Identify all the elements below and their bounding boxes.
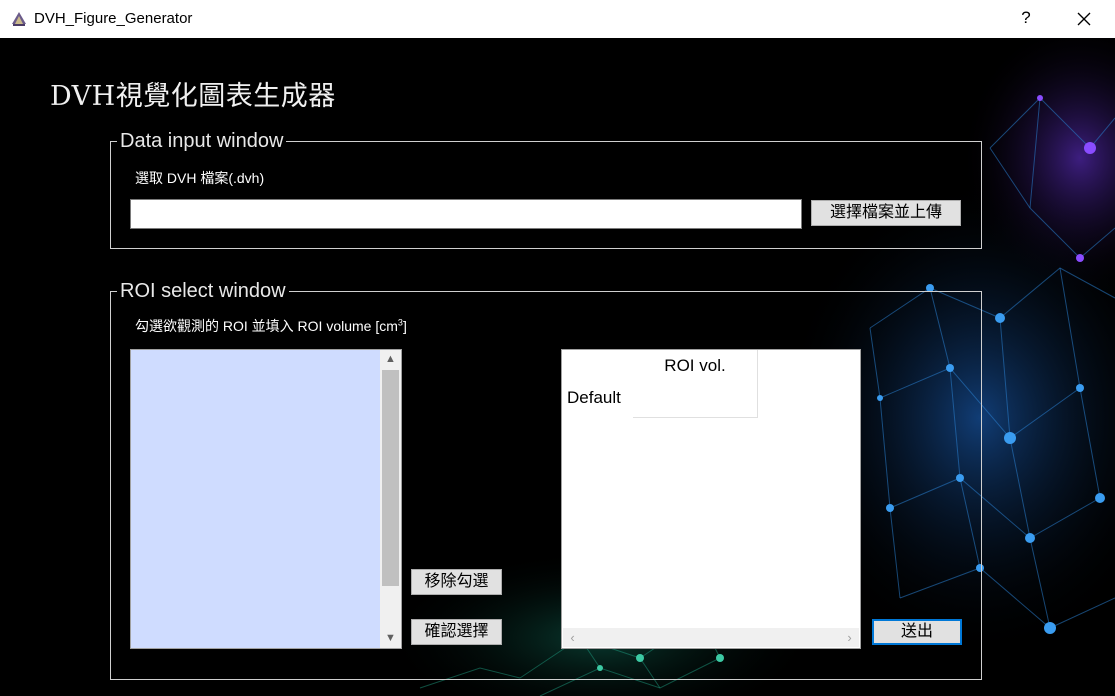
file-path-field[interactable]: [130, 199, 802, 229]
upload-file-button[interactable]: 選擇檔案並上傳: [811, 200, 961, 226]
roi-instruction-suffix: ]: [402, 318, 407, 334]
dvh-file-label: 選取 DVH 檔案(.dvh): [135, 170, 265, 186]
roi-volume-table[interactable]: ROI vol. Default ‹ ›: [561, 349, 861, 649]
scroll-right-arrow-icon[interactable]: ›: [840, 628, 859, 647]
remove-selection-button[interactable]: 移除勾選: [411, 569, 502, 595]
data-input-group-title: Data input window: [117, 130, 287, 152]
scroll-left-arrow-icon[interactable]: ‹: [563, 628, 582, 647]
scroll-down-arrow-icon[interactable]: ▼: [380, 629, 401, 648]
close-icon[interactable]: [1068, 6, 1098, 32]
table-horizontal-scrollbar[interactable]: ‹ ›: [563, 628, 859, 647]
roi-select-group: ROI select window 勾選欲觀測的 ROI 並填入 ROI vol…: [110, 280, 982, 680]
roi-instruction-label: 勾選欲觀測的 ROI 並填入 ROI volume [cm3]: [135, 316, 407, 336]
client-area: DVH視覺化圖表生成器 Data input window 選取 DVH 檔案(…: [0, 38, 1115, 696]
app-icon: [12, 12, 26, 26]
data-input-group: Data input window 選取 DVH 檔案(.dvh) 選擇檔案並上…: [110, 130, 982, 249]
roi-list-scrollbar[interactable]: ▲ ▼: [380, 350, 401, 648]
window-title: DVH_Figure_Generator: [34, 10, 193, 27]
roi-select-group-title: ROI select window: [117, 280, 289, 302]
help-button[interactable]: ?: [1018, 8, 1034, 28]
scroll-thumb[interactable]: [382, 370, 399, 586]
scroll-up-arrow-icon[interactable]: ▲: [380, 350, 401, 369]
default-row-header: Default: [567, 388, 621, 407]
title-bar: DVH_Figure_Generator ?: [0, 0, 1115, 39]
roi-checklist[interactable]: ▲ ▼: [130, 349, 402, 649]
app-heading: DVH視覺化圖表生成器: [50, 81, 336, 112]
roi-vol-column-header: ROI vol.: [633, 350, 758, 418]
confirm-selection-button[interactable]: 確認選擇: [411, 619, 502, 645]
submit-button[interactable]: 送出: [872, 619, 962, 645]
roi-instruction-text: 勾選欲觀測的 ROI 並填入 ROI volume [cm: [135, 318, 398, 334]
